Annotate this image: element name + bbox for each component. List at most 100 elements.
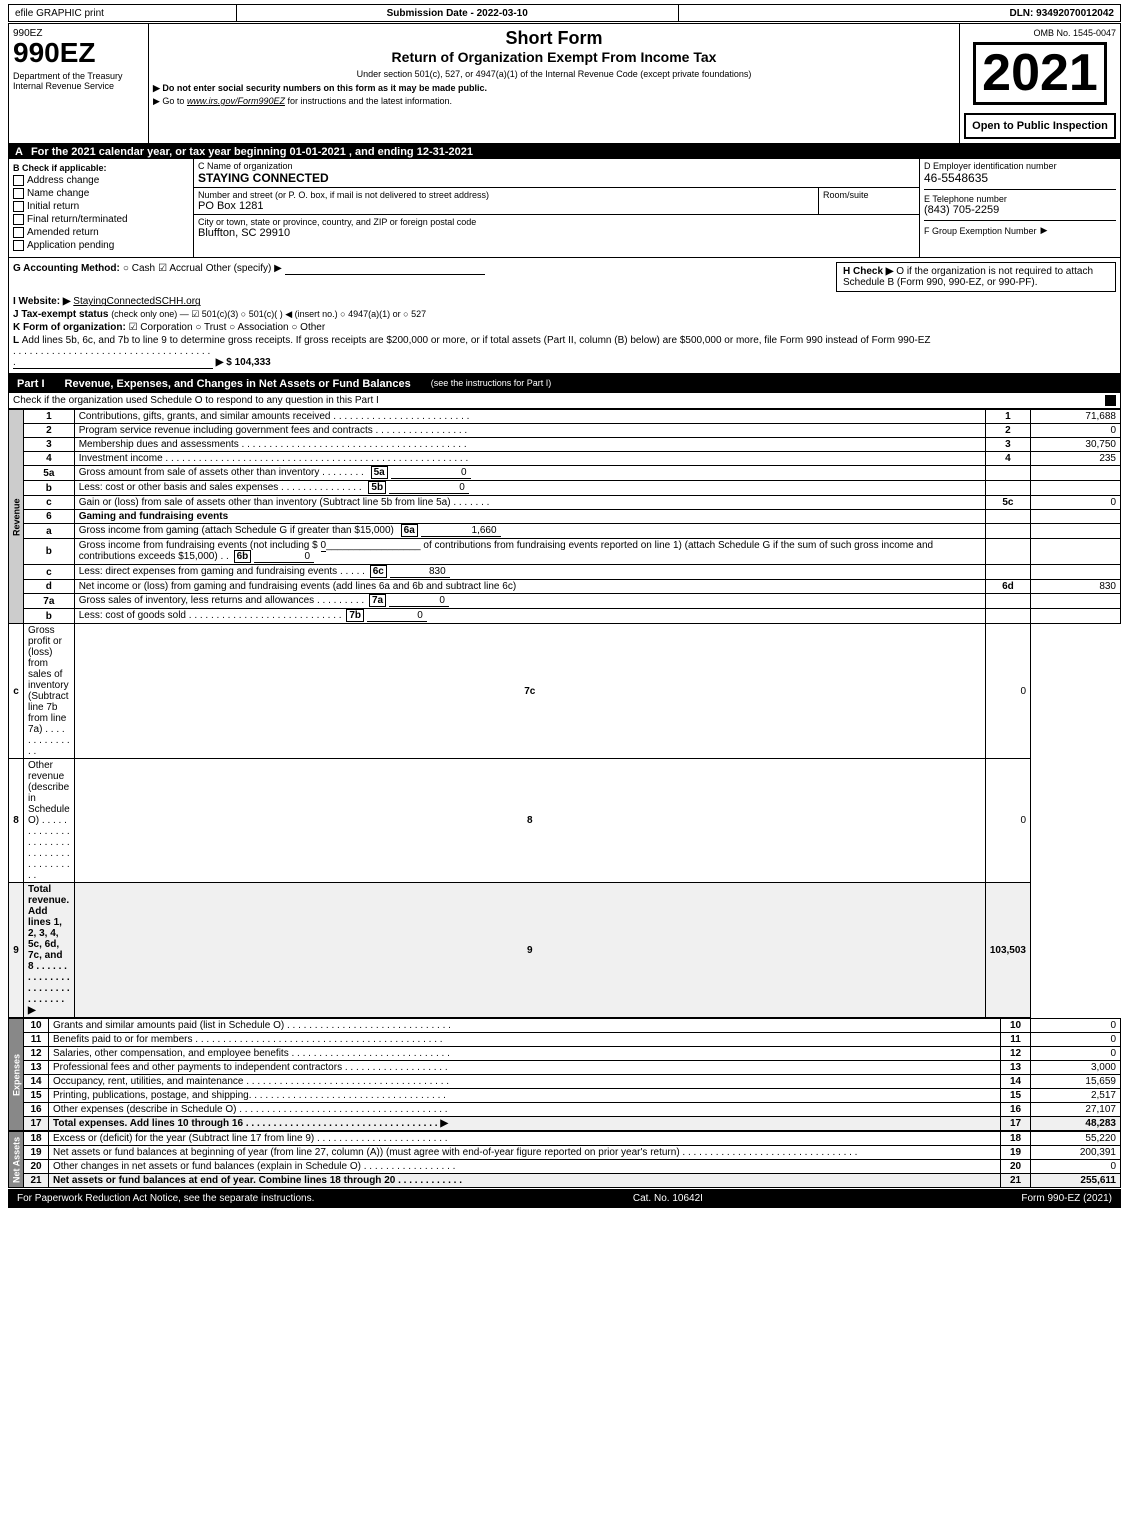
form-subtitle: Under section 501(c), 527, or 4947(a)(1)… (153, 69, 955, 79)
line-6-desc: Gaming and fundraising events (74, 510, 985, 524)
table-row-total: 9 Total revenue. Add lines 1, 2, 3, 4, 5… (9, 883, 1121, 1018)
checkbox-name-change[interactable]: Name change (13, 188, 189, 199)
checkbox-address-change[interactable]: Address change (13, 175, 189, 186)
ein-section: D Employer identification number 46-5548… (920, 159, 1120, 257)
check-schedule-o: Check if the organization used Schedule … (8, 393, 1121, 409)
line-3-val: 30,750 (1031, 438, 1121, 452)
table-row: 12 Salaries, other compensation, and emp… (9, 1047, 1121, 1061)
footer-bar: For Paperwork Reduction Act Notice, see … (8, 1189, 1121, 1208)
line-7b-num: b (24, 609, 75, 624)
line-13-desc: Professional fees and other payments to … (49, 1061, 1001, 1075)
line-8-desc: Other revenue (describe in Schedule O) .… (24, 759, 75, 883)
line-12-desc: Salaries, other compensation, and employ… (49, 1047, 1001, 1061)
checkbox-name-icon (13, 188, 24, 199)
g-cash: ○ (123, 263, 132, 274)
ein-value: 46-5548635 (924, 171, 1116, 185)
table-row: 19 Net assets or fund balances at beginn… (9, 1146, 1121, 1160)
line-5b-col (985, 481, 1030, 496)
line-3-col: 3 (985, 438, 1030, 452)
line-6b-desc: Gross income from fundraising events (no… (74, 539, 985, 565)
line-11-num: 11 (24, 1033, 49, 1047)
line-6a-num: a (24, 524, 75, 539)
line-6a-val (1031, 524, 1121, 539)
checkbox-amended[interactable]: Amended return (13, 227, 189, 238)
line-7c-num: c (9, 624, 24, 759)
checkbox-amended-icon (13, 227, 24, 238)
k-assoc: ○ Association (229, 322, 288, 333)
form-title-section: Short Form Return of Organization Exempt… (149, 24, 960, 143)
year: 2021 (973, 42, 1107, 105)
city-label: City or town, state or province, country… (198, 217, 915, 227)
line-5a-desc: Gross amount from sale of assets other t… (74, 466, 985, 481)
line-7a-col (985, 594, 1030, 609)
table-row: c Gain or (loss) from sale of assets oth… (9, 496, 1121, 510)
revenue-table: Revenue 1 Contributions, gifts, grants, … (8, 409, 1121, 1018)
line-7b-desc: Less: cost of goods sold . . . . . . . .… (74, 609, 985, 624)
line-6c-desc: Less: direct expenses from gaming and fu… (74, 565, 985, 580)
line-6-num: 6 (24, 510, 75, 524)
line-6-val (1031, 510, 1121, 524)
line-11-col: 11 (1001, 1033, 1031, 1047)
checkbox-address-icon (13, 175, 24, 186)
line-6d-col: 6d (985, 580, 1030, 594)
c-label: C Name of organization (198, 161, 915, 171)
line-7b-col (985, 609, 1030, 624)
line-2-val: 0 (1031, 424, 1121, 438)
line-4-val: 235 (1031, 452, 1121, 466)
line-10-val: 0 (1031, 1019, 1121, 1033)
line-10-desc: Grants and similar amounts paid (list in… (49, 1019, 1001, 1033)
line-4-col: 4 (985, 452, 1030, 466)
k-label: K Form of organization: (13, 322, 126, 333)
expenses-section-label: Expenses (9, 1019, 24, 1131)
line-3-desc: Membership dues and assessments . . . . … (74, 438, 985, 452)
check-box-schedule[interactable] (1105, 395, 1116, 406)
checkbox-final-return[interactable]: Final return/terminated (13, 214, 189, 225)
l-dots: . . . . . . . . . . . . . . . . . . . . … (13, 346, 213, 369)
line-12-col: 12 (1001, 1047, 1031, 1061)
table-row: 8 Other revenue (describe in Schedule O)… (9, 759, 1121, 883)
line-13-val: 3,000 (1031, 1061, 1121, 1075)
application-pending-label: Application pending (27, 240, 114, 251)
b-label: B Check if applicable: (13, 163, 189, 173)
submission-date: Submission Date - 2022-03-10 (237, 5, 679, 21)
line-6b-col (985, 539, 1030, 565)
line-9-val: 103,503 (985, 883, 1030, 1018)
line-5a-num: 5a (24, 466, 75, 481)
line-5b-desc: Less: cost or other basis and sales expe… (74, 481, 985, 496)
j-text: (check only one) — ☑ 501(c)(3) ○ 501(c)(… (111, 309, 426, 319)
line-5b-num: b (24, 481, 75, 496)
table-row: c Gross profit or (loss) from sales of i… (9, 624, 1121, 759)
line-11-val: 0 (1031, 1033, 1121, 1047)
line-6a-col (985, 524, 1030, 539)
line-6c-col (985, 565, 1030, 580)
line-17-desc: Total expenses. Add lines 10 through 16 … (49, 1117, 1001, 1131)
line-7a-val (1031, 594, 1121, 609)
dln: DLN: 93492070012042 (679, 5, 1120, 21)
paperwork-text: For Paperwork Reduction Act Notice, see … (17, 1193, 314, 1204)
omb-number: OMB No. 1545-0047 (964, 28, 1116, 38)
k-corp: ☑ Corporation (129, 322, 193, 333)
line-5c-val: 0 (1031, 496, 1121, 510)
section-a-header: A For the 2021 calendar year, or tax yea… (9, 145, 1120, 159)
line-1-num: 1 (24, 410, 75, 424)
line-14-num: 14 (24, 1075, 49, 1089)
checkbox-pending-icon (13, 240, 24, 251)
checkbox-initial-return[interactable]: Initial return (13, 201, 189, 212)
line-5a-val (1031, 466, 1121, 481)
line-6b-val (1031, 539, 1121, 565)
line-14-col: 14 (1001, 1075, 1031, 1089)
line-19-val: 200,391 (1031, 1146, 1121, 1160)
g-accrual-check: ☑ (158, 263, 169, 274)
org-info-section: C Name of organization STAYING CONNECTED… (194, 159, 920, 257)
part1-subtitle: (see the instructions for Part I) (431, 378, 552, 390)
line-17-num: 17 (24, 1117, 49, 1131)
i-row: I Website: ▶ StayingConnectedSCHH.org (13, 296, 1116, 307)
line-16-val: 27,107 (1031, 1103, 1121, 1117)
table-row: Net Assets 18 Excess or (deficit) for th… (9, 1132, 1121, 1146)
l-value: ▶ $ 104,333 (216, 357, 271, 368)
checkbox-application-pending[interactable]: Application pending (13, 240, 189, 251)
table-row: Revenue 1 Contributions, gifts, grants, … (9, 410, 1121, 424)
line-20-val: 0 (1031, 1160, 1121, 1174)
line-17-val: 48,283 (1031, 1117, 1121, 1131)
j-row: J Tax-exempt status (check only one) — ☑… (13, 309, 1116, 320)
